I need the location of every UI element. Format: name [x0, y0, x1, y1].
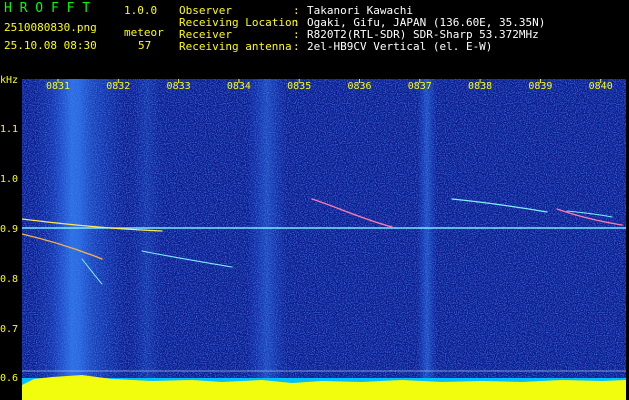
date-time: 25.10.08 08:30 [4, 39, 97, 52]
meteor-count: 57 [138, 39, 152, 52]
meteor-label: meteor [124, 26, 164, 39]
x-tick-label: 0838 [468, 81, 492, 92]
y-tick-label: 0.7 [0, 324, 19, 335]
x-tick-label: 0834 [227, 81, 251, 92]
x-tick-label: 0840 [589, 81, 613, 92]
spectrogram-plot: 0831 0832 0833 0834 0835 0836 0837 0838 0839 0840 [22, 79, 626, 400]
y-axis-unit: kHz [0, 75, 19, 86]
y-tick-label: 0.9 [0, 224, 19, 235]
y-tick-label: 1.1 [0, 124, 19, 135]
x-tick-label: 0836 [347, 81, 371, 92]
app-version: 1.0.0 [124, 4, 158, 17]
file-name: 2510080830.png [4, 21, 97, 34]
spectrogram-canvas: 0831 0832 0833 0834 0835 0836 0837 0838 0839 0840 [22, 79, 626, 400]
x-tick-label: 0831 [46, 81, 70, 92]
y-tick-label: 0.6 [0, 373, 19, 384]
y-tick-label: 0.8 [0, 274, 19, 285]
info-sep: : [293, 40, 300, 53]
info-value-antenna: 2el-HB9CV Vertical (el. E-W) [307, 40, 493, 53]
x-tick-label: 0832 [106, 81, 130, 92]
x-tick-label: 0837 [408, 81, 432, 92]
x-tick-label: 0835 [287, 81, 311, 92]
app-title: H R O F F T [4, 1, 91, 16]
x-tick-label: 0839 [528, 81, 552, 92]
x-tick-label: 0833 [167, 81, 191, 92]
y-tick-label: 1.0 [0, 174, 19, 185]
info-label-antenna: Receiving antenna [179, 40, 292, 53]
hroft-screen: H R O F F T 1.0.0 2510080830.png meteor … [0, 0, 629, 400]
